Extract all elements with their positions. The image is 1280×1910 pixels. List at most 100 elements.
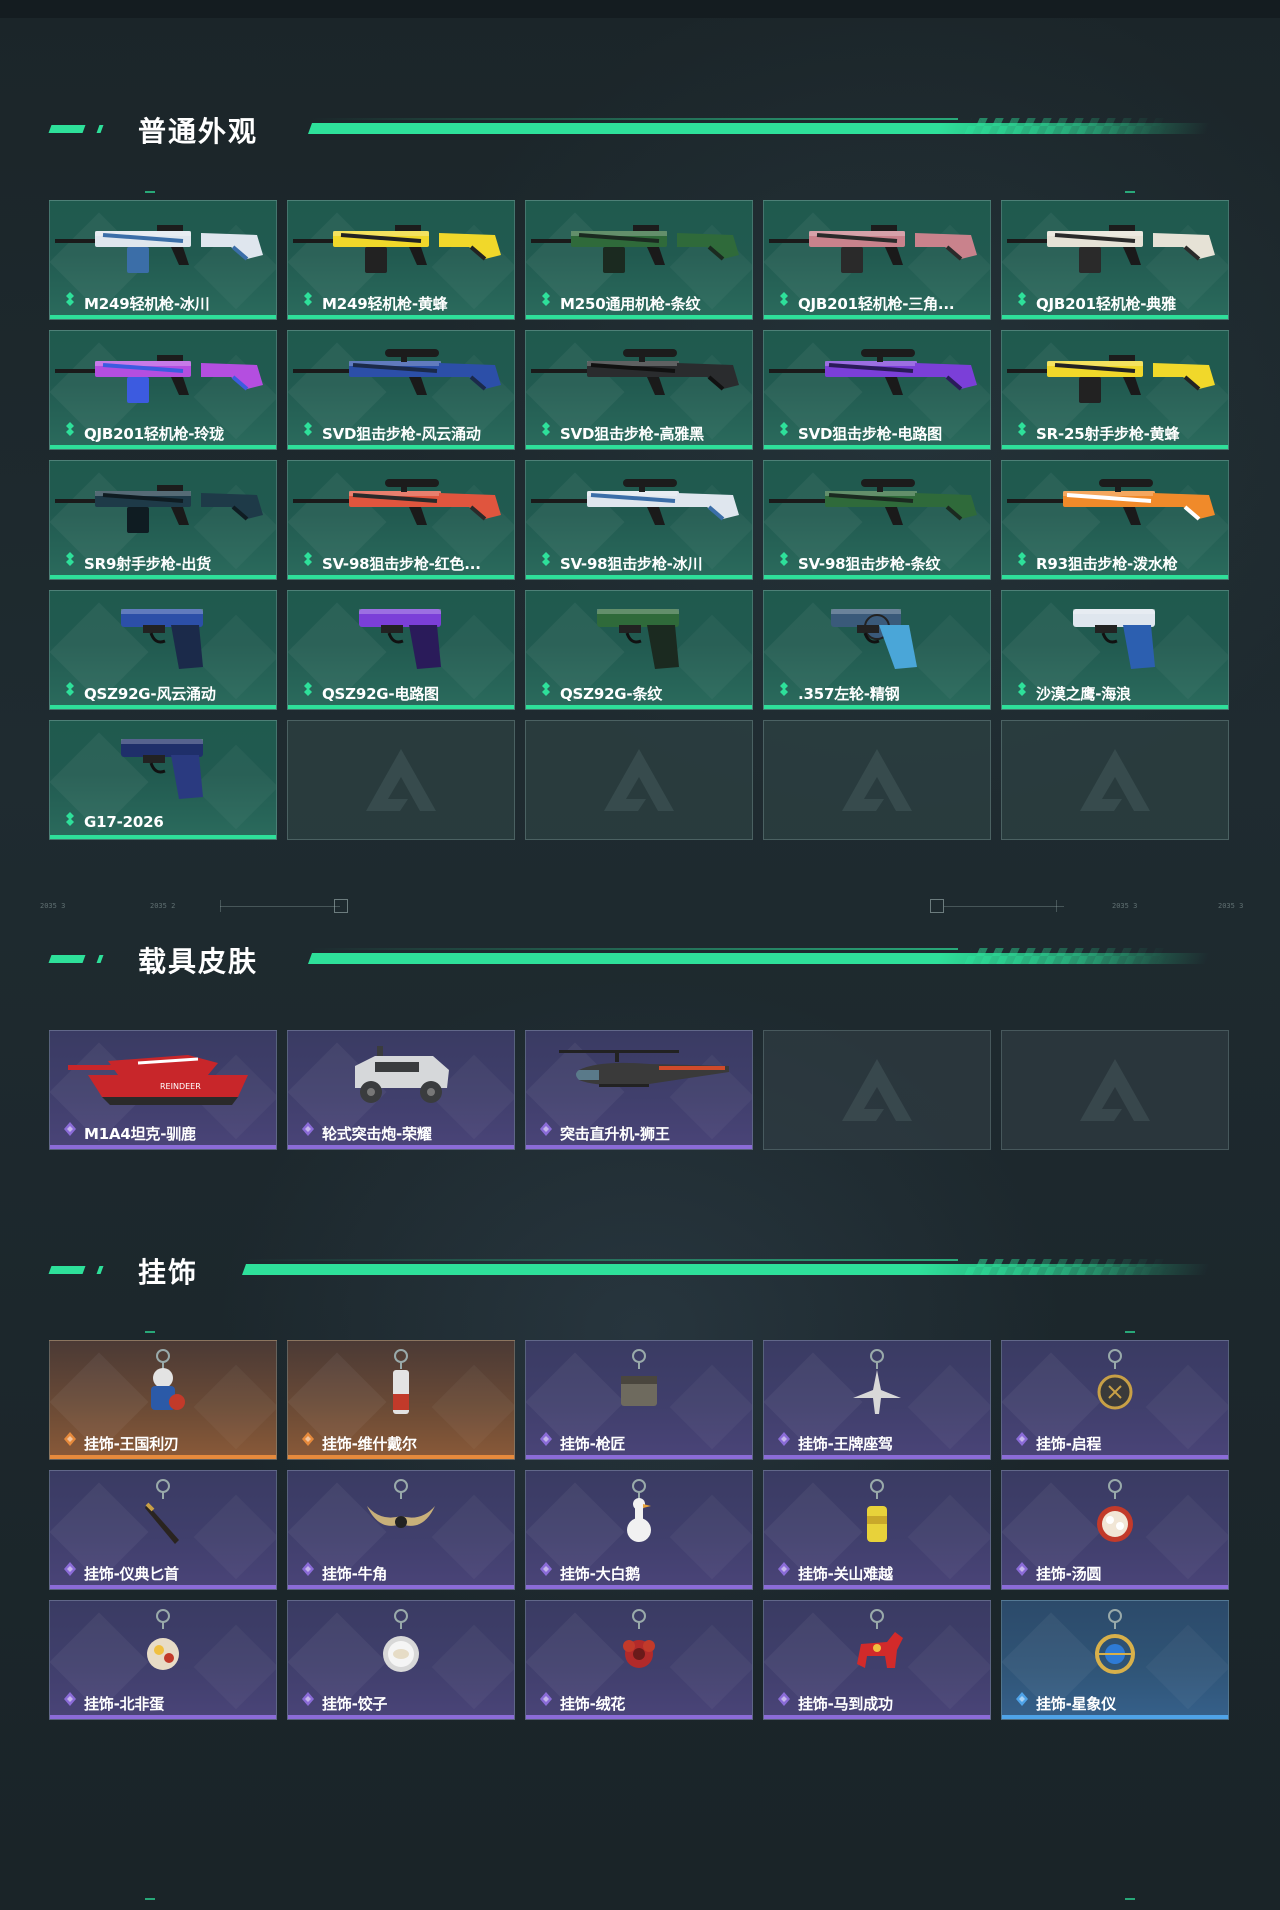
placeholder-logo-icon <box>842 749 912 811</box>
rarity-icon <box>1016 1692 1028 1706</box>
charm-card[interactable]: 挂饰-牛角 <box>287 1470 515 1590</box>
vehicle-skin-card[interactable]: 突击直升机-狮王 <box>525 1030 753 1150</box>
charm-card[interactable]: 挂饰-大白鹅 <box>525 1470 753 1590</box>
lmg-icon <box>50 205 276 287</box>
weapon-skin-card[interactable]: M250通用机枪-条纹 <box>525 200 753 320</box>
placeholder-logo-icon <box>1080 1059 1150 1121</box>
figure-charm-icon <box>288 1345 514 1427</box>
corner-mark <box>145 1898 155 1900</box>
item-name: G17-2026 <box>84 813 164 831</box>
header-checker-pattern <box>964 1259 1172 1275</box>
weapon-skin-card[interactable]: QJB201轻机枪-三角... <box>763 200 991 320</box>
rarity-icon <box>540 682 552 696</box>
weapon-skin-card[interactable]: G17-2026 <box>49 720 277 840</box>
item-name: QJB201轻机枪-典雅 <box>1036 295 1176 313</box>
pistol-icon <box>526 595 752 677</box>
charm-card[interactable]: 挂饰-王国利刃 <box>49 1340 277 1460</box>
vehicle-skin-card[interactable]: REINDEER M1A4坦克-驯鹿 <box>49 1030 277 1150</box>
weapon-skin-card[interactable]: SR9射手步枪-出货 <box>49 460 277 580</box>
item-name: R93狙击步枪-泼水枪 <box>1036 555 1178 573</box>
empty-slot <box>1001 720 1229 840</box>
item-name: 轮式突击炮-荣耀 <box>322 1125 432 1143</box>
vehicle-skins-grid: REINDEER M1A4坦克-驯鹿 轮式突击炮-荣耀 突击直升机-狮王 <box>49 1030 1231 1150</box>
weapon-skin-card[interactable]: SV-98狙击步枪-冰川 <box>525 460 753 580</box>
rarity-icon <box>1016 1562 1028 1576</box>
charm-card[interactable]: 挂饰-马到成功 <box>763 1600 991 1720</box>
weapon-skin-card[interactable]: R93狙击步枪-泼水枪 <box>1001 460 1229 580</box>
weapon-skin-card[interactable]: SVD狙击步枪-风云涌动 <box>287 330 515 450</box>
header-accent-bar <box>48 125 86 133</box>
rarity-icon <box>302 1432 314 1446</box>
weapon-skin-card[interactable]: QSZ92G-电路图 <box>287 590 515 710</box>
item-name: M1A4坦克-驯鹿 <box>84 1125 196 1143</box>
item-name: 挂饰-大白鹅 <box>560 1565 641 1583</box>
helicopter-icon <box>526 1035 752 1117</box>
jet-charm-icon <box>764 1345 990 1427</box>
weapon-skin-card[interactable]: M249轻机枪-冰川 <box>49 200 277 320</box>
weapon-skin-card[interactable]: QSZ92G-风云涌动 <box>49 590 277 710</box>
rarity-icon <box>64 1432 76 1446</box>
header-thin-line <box>244 1259 958 1261</box>
charm-card[interactable]: 挂饰-仪典匕首 <box>49 1470 277 1590</box>
charm-card[interactable]: 挂饰-枪匠 <box>525 1340 753 1460</box>
weapon-skin-card[interactable]: SVD狙击步枪-高雅黑 <box>525 330 753 450</box>
pistol-icon <box>288 595 514 677</box>
item-name: M249轻机枪-冰川 <box>84 295 210 313</box>
charm-card[interactable]: 挂饰-王牌座驾 <box>763 1340 991 1460</box>
rarity-icon <box>1016 292 1028 306</box>
item-name: .357左轮-精钢 <box>798 685 900 703</box>
charm-card[interactable]: 挂饰-绒花 <box>525 1600 753 1720</box>
item-name: 挂饰-枪匠 <box>560 1435 626 1453</box>
header-accent-bar <box>48 955 86 963</box>
revolver-icon <box>764 595 990 677</box>
corner-mark <box>145 191 155 193</box>
tank-icon: REINDEER <box>50 1035 276 1117</box>
weapon-skin-card[interactable]: QJB201轻机枪-典雅 <box>1001 200 1229 320</box>
weapon-skin-card[interactable]: .357左轮-精钢 <box>763 590 991 710</box>
item-name: QSZ92G-电路图 <box>322 685 439 703</box>
section-header-weapons: 普通外观 <box>48 108 1211 148</box>
armored-car-icon <box>288 1035 514 1117</box>
sniper-rifle-icon <box>526 335 752 417</box>
dagger-charm-icon <box>50 1475 276 1557</box>
weapon-skin-card[interactable]: 沙漠之鹰-海浪 <box>1001 590 1229 710</box>
placeholder-logo-icon <box>1080 749 1150 811</box>
lmg-icon <box>1002 205 1228 287</box>
charm-card[interactable]: 挂饰-饺子 <box>287 1600 515 1720</box>
weapon-skin-card[interactable]: M249轻机枪-黄蜂 <box>287 200 515 320</box>
empty-slot <box>763 720 991 840</box>
charm-card[interactable]: 挂饰-启程 <box>1001 1340 1229 1460</box>
charm-card[interactable]: 挂饰-星象仪 <box>1001 1600 1229 1720</box>
charm-card[interactable]: 挂饰-汤圆 <box>1001 1470 1229 1590</box>
rarity-icon <box>778 1562 790 1576</box>
weapon-skin-card[interactable]: SR-25射手步枪-黄蜂 <box>1001 330 1229 450</box>
weapon-skin-card[interactable]: SV-98狙击步枪-条纹 <box>763 460 991 580</box>
charm-card[interactable]: 挂饰-北非蛋 <box>49 1600 277 1720</box>
rarity-icon <box>778 422 790 436</box>
item-name: 沙漠之鹰-海浪 <box>1036 685 1131 703</box>
can-charm-icon <box>764 1475 990 1557</box>
lmg-icon <box>50 335 276 417</box>
weapon-skin-card[interactable]: SVD狙击步枪-电路图 <box>763 330 991 450</box>
weapon-skin-card[interactable]: QJB201轻机枪-玲珑 <box>49 330 277 450</box>
charm-card[interactable]: 挂饰-关山难越 <box>763 1470 991 1590</box>
rarity-icon <box>778 292 790 306</box>
corner-mark <box>1125 1898 1135 1900</box>
section-header-vehicles: 载具皮肤 <box>48 938 1211 978</box>
item-name: SV-98狙击步枪-红色... <box>322 555 481 573</box>
plate-charm-icon <box>50 1605 276 1687</box>
rarity-icon <box>64 422 76 436</box>
item-name: 挂饰-王牌座驾 <box>798 1435 893 1453</box>
item-name: QJB201轻机枪-玲珑 <box>84 425 224 443</box>
pistol-icon <box>1002 595 1228 677</box>
rarity-icon <box>302 1562 314 1576</box>
charm-card[interactable]: 挂饰-维什戴尔 <box>287 1340 515 1460</box>
item-name: SR9射手步枪-出货 <box>84 555 212 573</box>
header-checker-pattern <box>964 948 1172 964</box>
weapon-skin-card[interactable]: SV-98狙击步枪-红色... <box>287 460 515 580</box>
item-name: M250通用机枪-条纹 <box>560 295 701 313</box>
rarity-icon <box>64 1122 76 1136</box>
item-name: 挂饰-仪典匕首 <box>84 1565 179 1583</box>
vehicle-skin-card[interactable]: 轮式突击炮-荣耀 <box>287 1030 515 1150</box>
weapon-skin-card[interactable]: QSZ92G-条纹 <box>525 590 753 710</box>
